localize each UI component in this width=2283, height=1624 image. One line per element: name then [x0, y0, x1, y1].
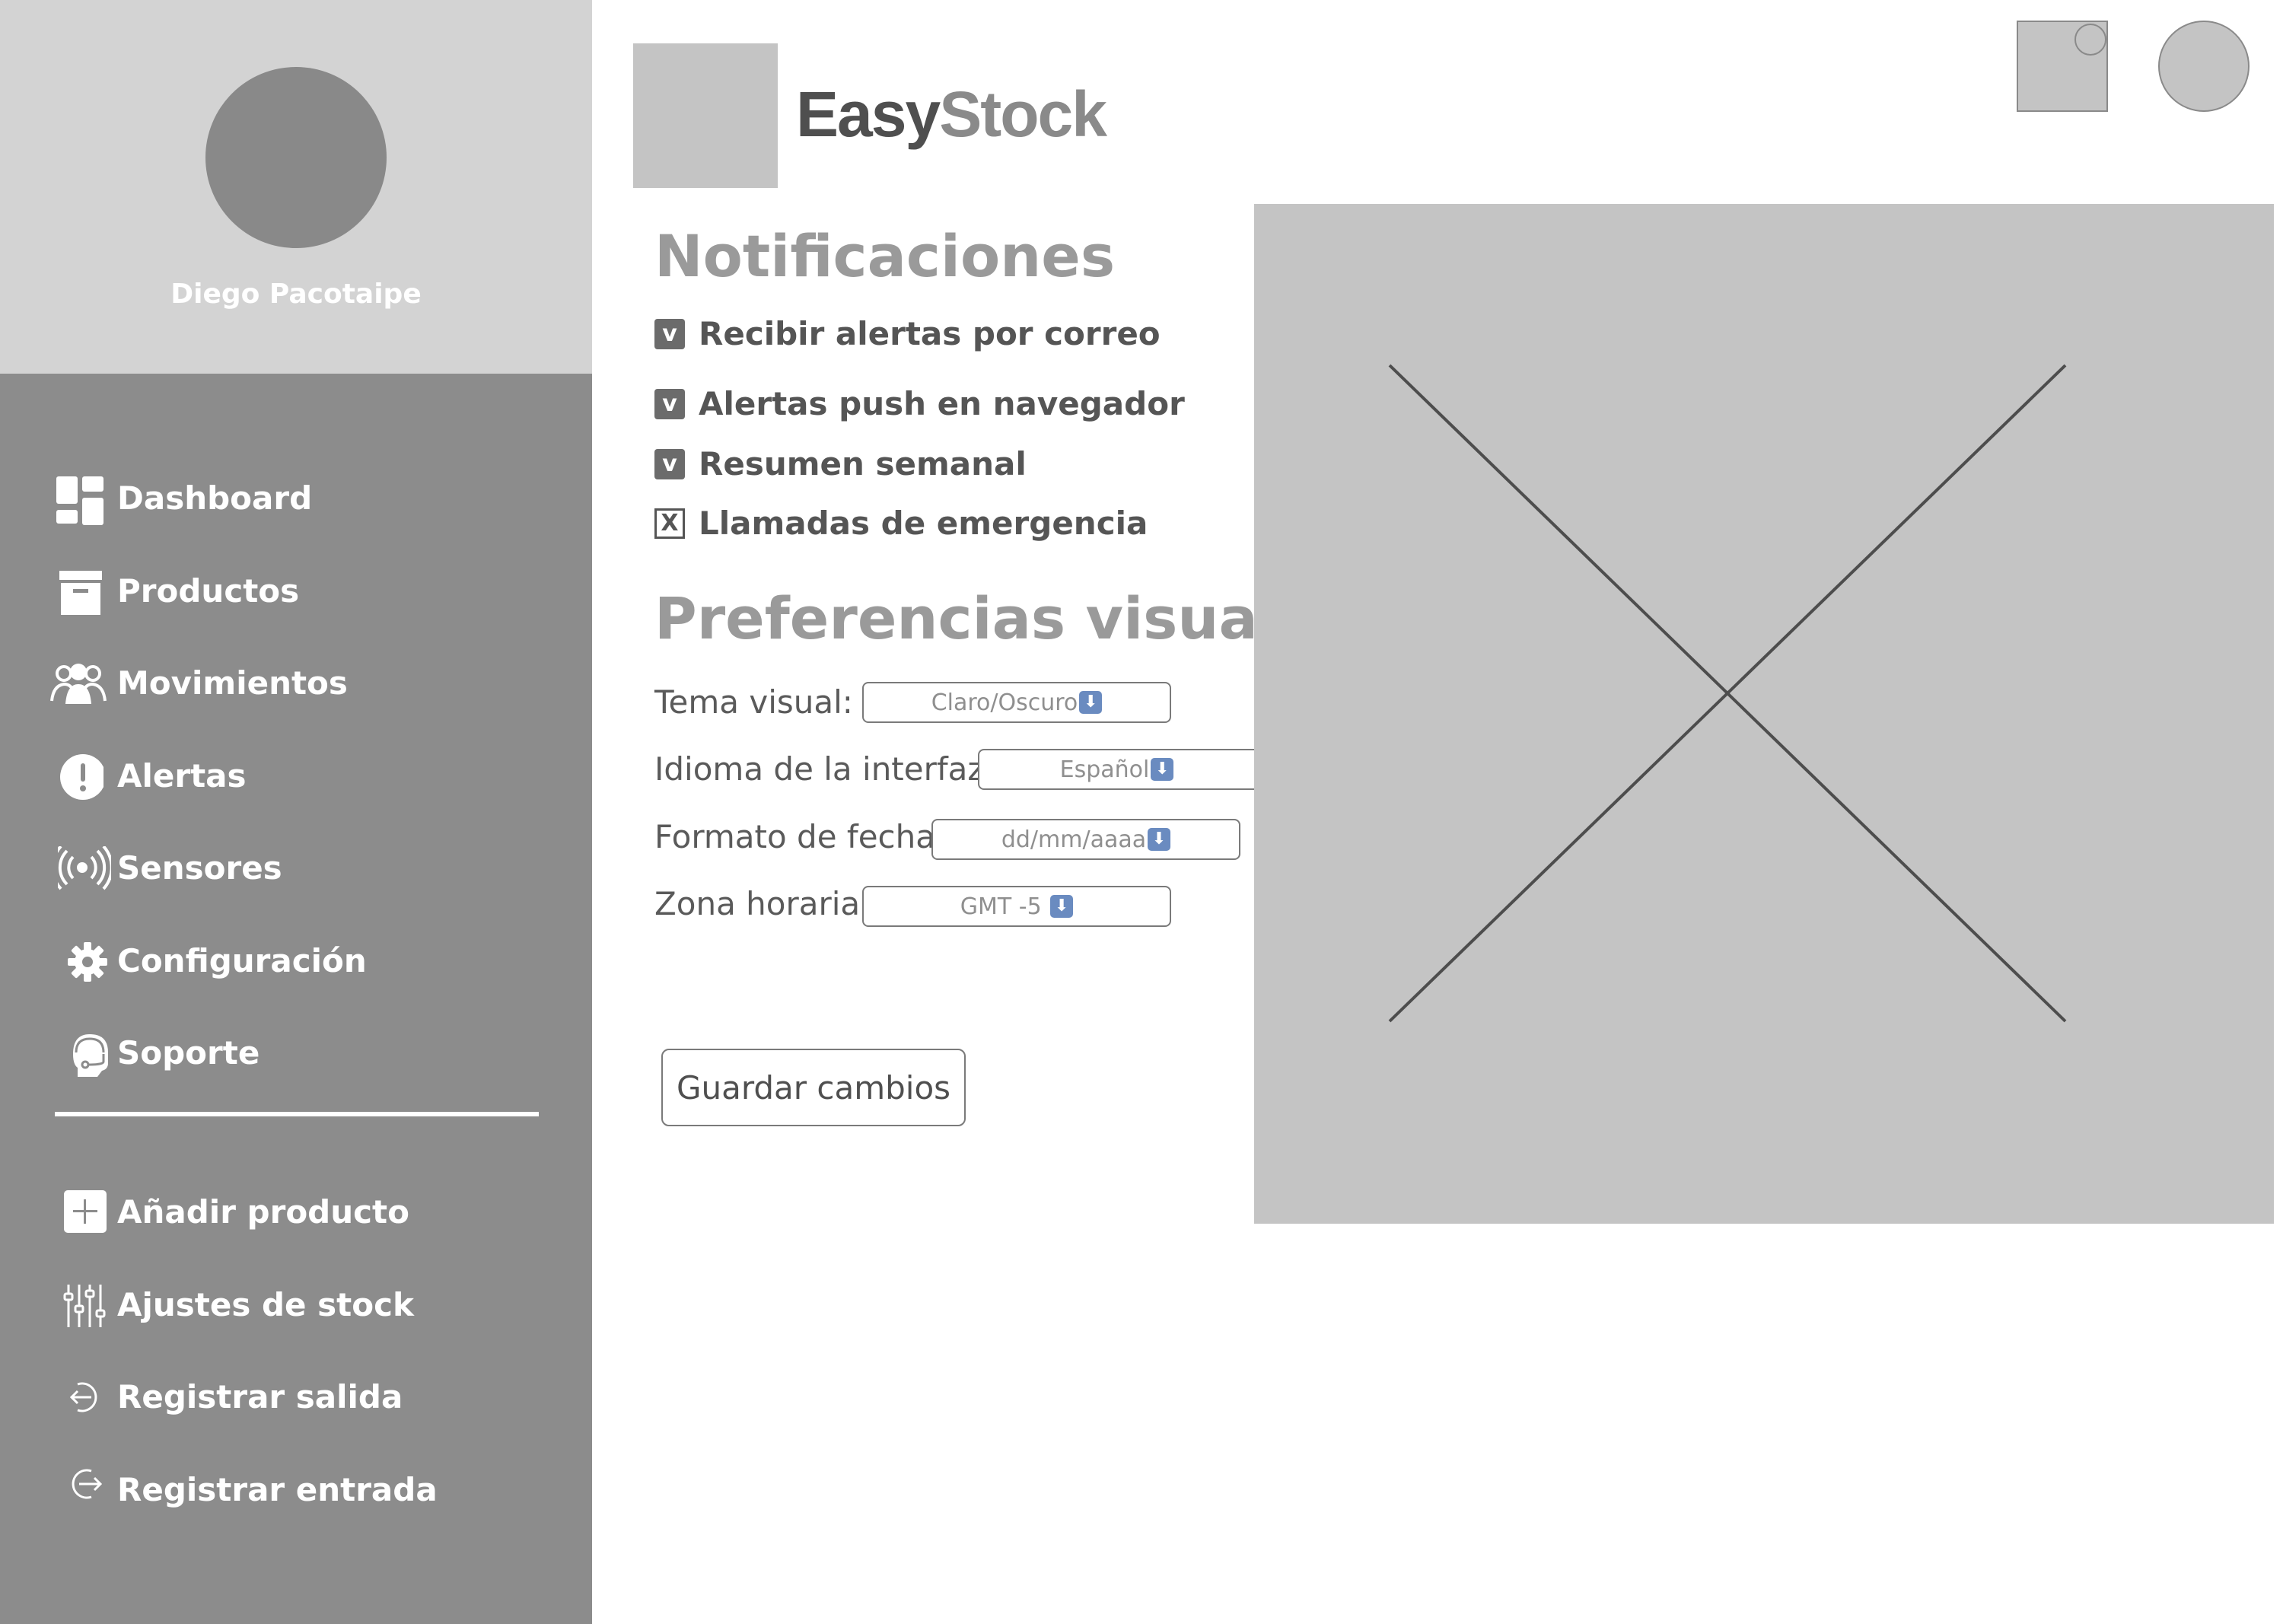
option-label: Alertas push en navegador: [699, 385, 1185, 422]
language-select-value: Español: [1059, 756, 1150, 783]
brand-name: EasyStock: [796, 78, 1107, 151]
option-weekly-summary[interactable]: v Resumen semanal: [654, 445, 1027, 482]
option-label: Llamadas de emergencia: [699, 505, 1148, 542]
avatar[interactable]: [205, 67, 387, 248]
notification-badge: [2074, 24, 2106, 56]
option-label: Recibir alertas por correo: [699, 315, 1161, 352]
checkbox[interactable]: v: [654, 388, 685, 419]
support-headset-icon: [53, 1025, 117, 1080]
plus-square-icon: [53, 1184, 117, 1239]
option-label: Resumen semanal: [699, 445, 1027, 482]
preferences-title: Preferencias visuales: [654, 584, 1352, 652]
theme-select-value: Claro/Oscuro: [931, 689, 1078, 716]
sidebar-action-add-product[interactable]: Añadir producto: [53, 1184, 409, 1239]
sidebar-item-label: Ajustes de stock: [117, 1285, 414, 1323]
timezone-select-value: GMT -5: [960, 893, 1042, 920]
dropdown-arrow-icon: ⬇: [1079, 691, 1103, 714]
sidebar-item-label: Registrar entrada: [117, 1470, 438, 1508]
date-format-select-value: dd/mm/aaaa: [1001, 826, 1147, 853]
sidebar-item-dashboard[interactable]: Dashboard: [53, 470, 312, 525]
option-email-alerts[interactable]: v Recibir alertas por correo: [654, 315, 1161, 352]
sidebar-divider: [55, 1112, 539, 1116]
notifications-title: Notificaciones: [654, 222, 1116, 290]
logout-icon: [53, 1369, 117, 1424]
language-label: Idioma de la interfaz:: [654, 750, 995, 788]
placeholder-cross-icon: [1388, 364, 2067, 1023]
sidebar-item-label: Alertas: [117, 756, 247, 794]
sidebar-action-register-entry[interactable]: Registrar entrada: [53, 1462, 438, 1517]
sidebar-item-alertas[interactable]: Alertas: [53, 748, 247, 803]
sidebar-item-soporte[interactable]: Soporte: [53, 1025, 260, 1080]
gear-icon: [53, 933, 117, 988]
sidebar-action-stock-adjust[interactable]: Ajustes de stock: [53, 1277, 414, 1332]
user-menu-button[interactable]: [2158, 21, 2250, 112]
sliders-icon: [53, 1277, 117, 1332]
timezone-label: Zona horaria:: [654, 885, 871, 922]
archive-box-icon: [53, 563, 117, 618]
option-emergency-calls[interactable]: X Llamadas de emergencia: [654, 505, 1148, 542]
sidebar-item-label: Movimientos: [117, 664, 348, 702]
sensor-icon: [53, 840, 117, 895]
sidebar-item-label: Configuración: [117, 941, 367, 979]
dashboard-icon: [53, 470, 117, 525]
sidebar-item-label: Registrar salida: [117, 1377, 403, 1415]
logo-placeholder: [633, 43, 778, 188]
sidebar-item-sensores[interactable]: Sensores: [53, 840, 282, 895]
language-select[interactable]: Español ⬇: [978, 749, 1254, 790]
brand-part-2: Stock: [939, 78, 1107, 150]
checkbox[interactable]: X: [654, 508, 685, 539]
sidebar-action-register-exit[interactable]: Registrar salida: [53, 1369, 403, 1424]
users-icon: [50, 655, 117, 710]
profile-name: Diego Pacotaipe: [170, 279, 422, 310]
brand-part-1: Easy: [796, 78, 941, 150]
dropdown-arrow-icon: ⬇: [1050, 895, 1074, 918]
sidebar-item-label: Soporte: [117, 1033, 260, 1072]
sidebar-item-productos[interactable]: Productos: [53, 563, 299, 618]
image-placeholder: [1254, 204, 2274, 1224]
timezone-select[interactable]: GMT -5 ⬇: [862, 886, 1171, 927]
sidebar-item-label: Dashboard: [117, 479, 313, 517]
theme-select[interactable]: Claro/Oscuro ⬇: [862, 682, 1171, 723]
login-icon: [53, 1462, 117, 1517]
profile-panel: Diego Pacotaipe: [0, 0, 592, 374]
theme-label: Tema visual:: [654, 683, 853, 721]
save-button[interactable]: Guardar cambios: [661, 1049, 966, 1126]
sidebar-item-configuracion[interactable]: Configuración: [53, 933, 367, 988]
notifications-button[interactable]: [2017, 21, 2108, 112]
date-format-select[interactable]: dd/mm/aaaa ⬇: [931, 819, 1240, 860]
option-push-alerts[interactable]: v Alertas push en navegador: [654, 385, 1185, 422]
sidebar-item-movimientos[interactable]: Movimientos: [50, 655, 348, 710]
sidebar-item-label: Sensores: [117, 849, 282, 887]
sidebar-item-label: Productos: [117, 572, 300, 610]
exclamation-icon: [53, 748, 117, 803]
dropdown-arrow-icon: ⬇: [1148, 828, 1171, 851]
checkbox[interactable]: v: [654, 448, 685, 479]
date-format-label: Formato de fecha:: [654, 818, 947, 855]
sidebar-item-label: Añadir producto: [117, 1193, 409, 1231]
checkbox[interactable]: v: [654, 318, 685, 349]
dropdown-arrow-icon: ⬇: [1151, 758, 1174, 781]
sidebar: Dashboard Productos Movimientos Alertas …: [0, 374, 592, 1624]
